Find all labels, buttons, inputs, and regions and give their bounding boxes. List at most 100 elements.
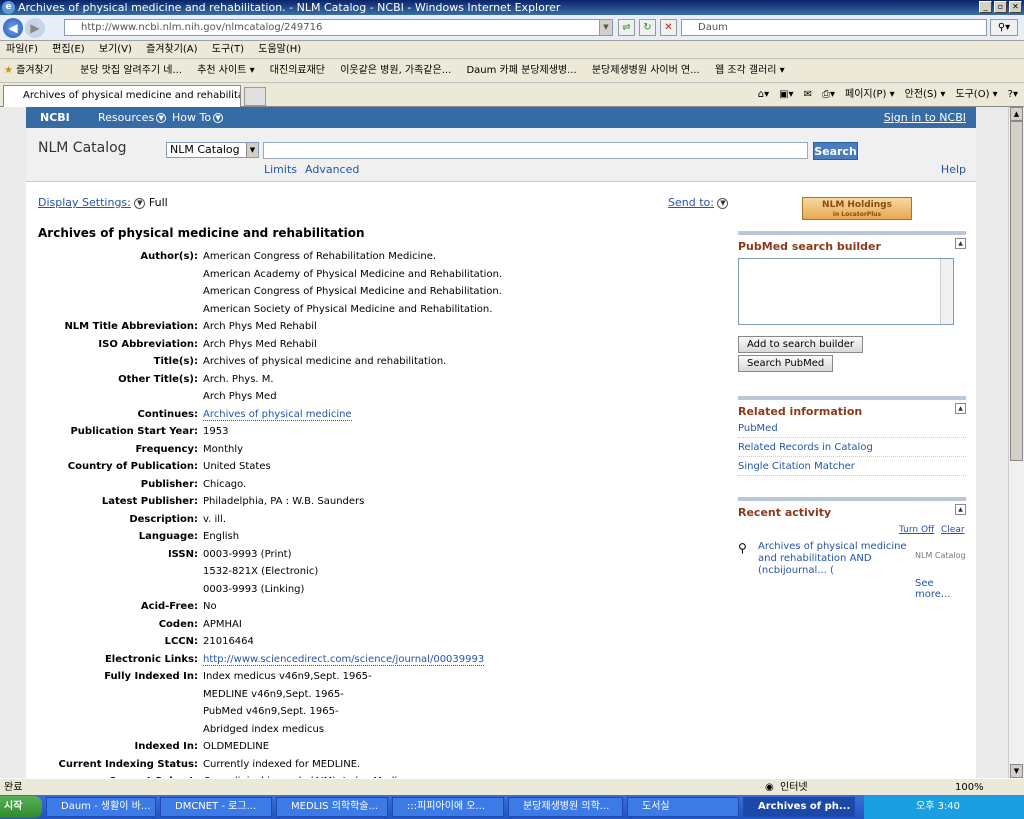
menu-file[interactable]: 파일(F) bbox=[6, 44, 38, 55]
field-label: Description: bbox=[129, 513, 198, 525]
address-dropdown-icon[interactable]: ▼ bbox=[599, 20, 612, 35]
send-to[interactable]: Send to: ▼ bbox=[668, 196, 729, 209]
help-icon[interactable]: ?▾ bbox=[1008, 87, 1018, 103]
limits-link[interactable]: Limits bbox=[264, 163, 297, 176]
related-title: Related information bbox=[738, 405, 863, 418]
home-icon[interactable]: ⌂▾ bbox=[758, 87, 769, 103]
textarea-scrollbar[interactable] bbox=[940, 259, 953, 324]
field-value-link[interactable]: Archives of physical medicine bbox=[203, 408, 352, 421]
fav-link-1[interactable]: 분당 맛집 알려주기 네... bbox=[80, 65, 182, 76]
forward-button[interactable]: ▶ bbox=[25, 18, 45, 38]
field-value: English bbox=[203, 528, 726, 546]
chevron-down-icon: ▼ bbox=[156, 113, 167, 123]
field-label: Latest Publisher: bbox=[101, 496, 198, 507]
field-value-line: American Congress of Rehabilitation Medi… bbox=[203, 251, 437, 262]
feeds-icon[interactable]: ▣▾ bbox=[779, 87, 793, 103]
field-value-link[interactable]: http://www.sciencedirect.com/science/jou… bbox=[203, 653, 485, 666]
task-ppi[interactable]: :::피피아이에 오... bbox=[392, 797, 504, 817]
advanced-link[interactable]: Advanced bbox=[305, 163, 359, 176]
field-label: Frequency: bbox=[135, 443, 198, 455]
recent-item-link[interactable]: Archives of physical medicine and rehabi… bbox=[758, 541, 918, 577]
catalog-search-input[interactable] bbox=[263, 142, 808, 159]
menu-bar: 파일(F) 편집(E) 보기(V) 즐겨찾기(A) 도구(T) 도움말(H) bbox=[0, 41, 1024, 59]
resources-label: Resources bbox=[98, 111, 155, 124]
menu-tools[interactable]: 도구(T) bbox=[212, 44, 244, 55]
scroll-thumb[interactable] bbox=[1010, 121, 1023, 461]
display-settings[interactable]: Display Settings: ▼ Full bbox=[38, 196, 168, 209]
signin-link[interactable]: Sign in to NCBI bbox=[884, 107, 966, 128]
field-value: United States bbox=[203, 458, 726, 476]
task-dmcnet[interactable]: DMCNET - 로그... bbox=[160, 797, 272, 817]
record-field-row: NLM Title Abbreviation: Arch Phys Med Reh… bbox=[26, 318, 726, 336]
fav-link-2[interactable]: 추천 사이트 ▾ bbox=[197, 65, 254, 76]
page-menu[interactable]: 페이지(P) ▾ bbox=[845, 87, 895, 103]
fav-link-5[interactable]: Daum 카페 분당제생병... bbox=[466, 65, 576, 76]
tools-menu[interactable]: 도구(O) ▾ bbox=[955, 87, 997, 103]
menu-help[interactable]: 도움말(H) bbox=[258, 44, 301, 55]
zoom-level[interactable]: 100% bbox=[955, 779, 984, 796]
task-library[interactable]: 도서실 bbox=[627, 797, 739, 817]
menu-view[interactable]: 보기(V) bbox=[99, 44, 132, 55]
resources-menu[interactable]: Resources ▼ bbox=[98, 107, 167, 128]
record-field-row: Frequency: Monthly bbox=[26, 441, 726, 459]
new-tab-button[interactable] bbox=[244, 87, 266, 106]
related-link-pubmed[interactable]: PubMed bbox=[738, 423, 966, 438]
safety-menu[interactable]: 안전(S) ▾ bbox=[905, 87, 946, 103]
record-field-row: Continues: Archives of physical medicine bbox=[26, 406, 726, 424]
holdings-sublabel: in LocatorPlus bbox=[832, 211, 882, 218]
stop-icon[interactable]: ✕ bbox=[660, 19, 677, 36]
task-archives[interactable]: Archives of ph... bbox=[743, 797, 855, 817]
see-more-link[interactable]: See more... bbox=[915, 578, 966, 600]
field-value: American Congress of Rehabilitation Medi… bbox=[203, 248, 726, 318]
task-daum[interactable]: Daum - 생활이 바... bbox=[46, 797, 156, 817]
refresh-icon[interactable]: ↻ bbox=[639, 19, 656, 36]
field-label: Language: bbox=[138, 531, 198, 542]
add-to-builder-button[interactable]: Add to search builder bbox=[738, 336, 864, 353]
favorites-button[interactable]: ★ 즐겨찾기 bbox=[4, 65, 65, 76]
search-button[interactable]: Search bbox=[813, 142, 858, 160]
collapse-icon[interactable]: ▲ bbox=[955, 403, 966, 414]
maximize-button[interactable]: ▫ bbox=[994, 1, 1007, 13]
related-link-records[interactable]: Related Records in Catalog bbox=[738, 442, 966, 457]
fav-link-3[interactable]: 대진의료재단 bbox=[270, 65, 325, 76]
database-select[interactable]: NLM Catalog ▼ bbox=[166, 142, 259, 158]
print-icon[interactable]: ⎙▾ bbox=[822, 87, 835, 103]
task-medlis[interactable]: MEDLIS 의학학술... bbox=[276, 797, 388, 817]
tab-active[interactable]: Archives of physical medicine and rehabi… bbox=[3, 85, 241, 107]
mail-icon[interactable]: ✉ bbox=[804, 87, 812, 103]
ncbi-logo[interactable]: NCBI bbox=[40, 107, 70, 128]
howto-menu[interactable]: How To ▼ bbox=[172, 107, 224, 128]
field-label: Publisher: bbox=[140, 478, 198, 490]
turn-off-link[interactable]: Turn Off bbox=[899, 525, 934, 535]
builder-textarea[interactable] bbox=[738, 258, 954, 325]
compat-view-icon[interactable]: ⇌ bbox=[618, 19, 635, 36]
scroll-up-icon[interactable]: ▲ bbox=[1010, 107, 1023, 121]
back-button[interactable]: ◀ bbox=[3, 18, 23, 38]
task-bundang[interactable]: 분당제생병원 의학... bbox=[508, 797, 623, 817]
collapse-icon[interactable]: ▲ bbox=[955, 238, 966, 249]
fav-link-6[interactable]: 분당제생병원 사이버 연... bbox=[592, 65, 700, 76]
scroll-down-icon[interactable]: ▼ bbox=[1010, 764, 1023, 778]
related-link-matcher[interactable]: Single Citation Matcher bbox=[738, 461, 966, 476]
close-button[interactable]: ✕ bbox=[1009, 1, 1022, 13]
start-button[interactable]: 시작 bbox=[0, 796, 42, 818]
menu-edit[interactable]: 편집(E) bbox=[52, 44, 85, 55]
help-link[interactable]: Help bbox=[941, 163, 966, 176]
collapse-icon[interactable]: ▲ bbox=[955, 504, 966, 515]
fav-link-7[interactable]: 웹 조각 갤러리 ▾ bbox=[715, 65, 785, 76]
menu-favorites[interactable]: 즐겨찾기(A) bbox=[146, 44, 197, 55]
field-value: Currently indexed for MEDLINE. bbox=[203, 756, 726, 774]
browser-search-input[interactable]: Daum bbox=[681, 19, 987, 36]
address-bar[interactable]: http://www.ncbi.nlm.nih.gov/nlmcatalog/2… bbox=[64, 19, 613, 36]
field-value: Arch Phys Med Rehabil bbox=[203, 336, 726, 354]
clear-link[interactable]: Clear bbox=[941, 525, 965, 535]
fav-link-4[interactable]: 이웃같은 병원, 가족같은... bbox=[340, 65, 451, 76]
minimize-button[interactable]: _ bbox=[979, 1, 992, 13]
page-scrollbar[interactable]: ▲ ▼ bbox=[1008, 107, 1024, 778]
record-field-row: Other Title(s): Arch. Phys. M. Arch Phys M… bbox=[26, 371, 726, 406]
search-icon[interactable]: ⚲▾ bbox=[990, 19, 1018, 36]
field-value-line: United States bbox=[203, 461, 271, 472]
nlm-holdings-button[interactable]: NLM Holdings in LocatorPlus bbox=[802, 197, 912, 220]
search-pubmed-button[interactable]: Search PubMed bbox=[738, 355, 834, 372]
field-value-line: Archives of physical medicine and rehabi… bbox=[203, 356, 447, 367]
